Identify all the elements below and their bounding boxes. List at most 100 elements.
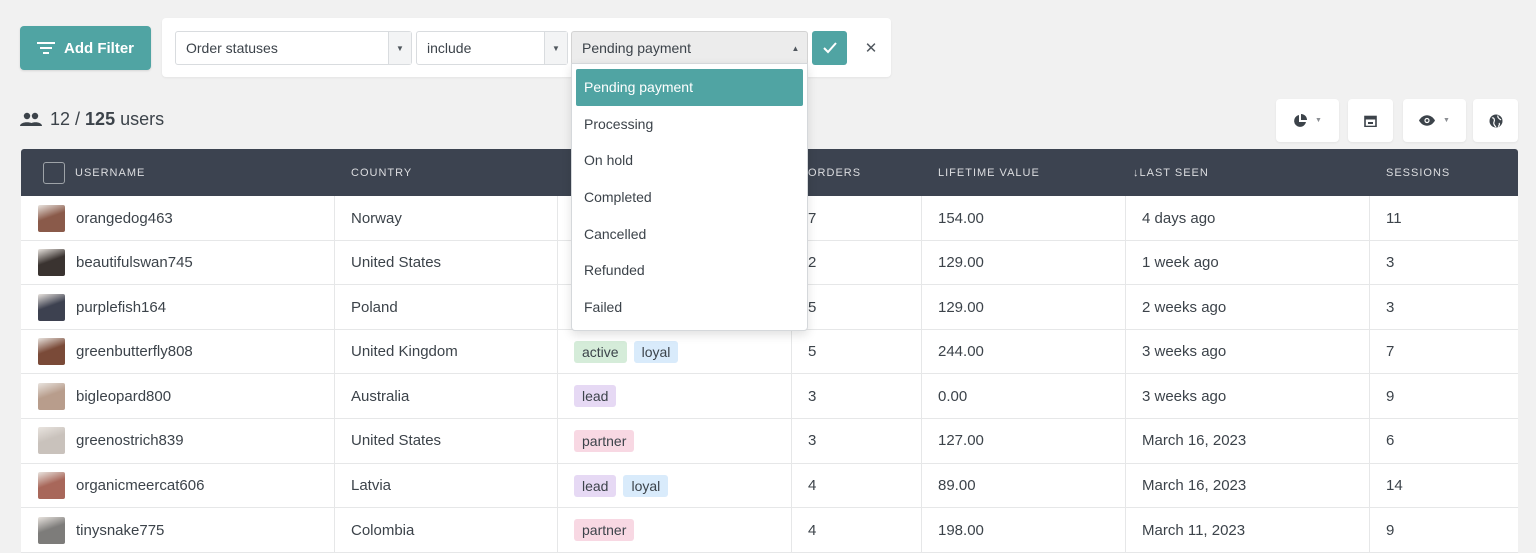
cell-tags: active loyal: [574, 330, 685, 374]
tag-badge[interactable]: loyal: [623, 474, 669, 497]
cell-username[interactable]: purplefish164: [38, 285, 166, 329]
select-all-checkbox[interactable]: [43, 162, 65, 184]
map-view-button[interactable]: [1473, 99, 1518, 142]
cell-orders: 7: [808, 209, 817, 227]
cell-username[interactable]: tinysnake775: [38, 508, 164, 552]
column-divider: [921, 374, 922, 418]
calendar-icon: [1364, 115, 1377, 127]
column-divider: [1369, 374, 1370, 418]
table-row[interactable]: organicmeercat606 Latvia lead loyal 4 89.00 Ma…: [21, 463, 1518, 509]
username-text: orangedog463: [76, 209, 173, 227]
filter-field-value: Order statuses: [186, 40, 278, 56]
column-divider: [1369, 240, 1370, 285]
cell-sessions: 9: [1386, 387, 1395, 405]
filter-field-select[interactable]: Order statuses ▼: [175, 31, 412, 65]
cell-last-seen: March 16, 2023: [1142, 432, 1247, 450]
cell-tags: partner: [574, 508, 641, 552]
avatar: [38, 382, 65, 410]
column-header-sessions[interactable]: SESSIONS: [1386, 149, 1450, 196]
cell-orders: 3: [808, 432, 817, 450]
column-divider: [334, 418, 335, 463]
column-divider: [1125, 508, 1126, 552]
column-header-country[interactable]: COUNTRY: [351, 149, 412, 196]
column-divider: [557, 196, 558, 240]
cell-sessions: 14: [1386, 477, 1403, 495]
pie-chart-icon: [1294, 113, 1308, 127]
avatar: [38, 204, 65, 232]
cell-username[interactable]: greenostrich839: [38, 419, 184, 463]
dropdown-option[interactable]: Pending payment: [576, 69, 803, 106]
table-row[interactable]: bigleopard800 Australia lead 3 0.00 3 weeks a…: [21, 374, 1518, 419]
column-divider: [334, 463, 335, 508]
column-header-username[interactable]: USERNAME: [75, 149, 145, 196]
cell-username[interactable]: greenbutterfly808: [38, 330, 193, 374]
cell-country: Colombia: [351, 521, 415, 539]
column-header-last-seen[interactable]: ↓ LAST SEEN: [1133, 149, 1209, 196]
cell-sessions: 3: [1386, 298, 1395, 316]
cell-username[interactable]: orangedog463: [38, 196, 173, 240]
table-row[interactable]: greenostrich839 United States partner 3 127.…: [21, 418, 1518, 464]
cell-username[interactable]: beautifulswan745: [38, 241, 193, 285]
column-divider: [921, 463, 922, 508]
tag-badge[interactable]: partner: [574, 429, 635, 452]
column-divider: [921, 418, 922, 463]
dropdown-option[interactable]: Cancelled: [576, 215, 803, 252]
add-filter-label: Add Filter: [64, 39, 134, 57]
filter-list-icon: [37, 41, 55, 55]
tag-badge[interactable]: partner: [574, 519, 635, 542]
dropdown-option[interactable]: On hold: [576, 142, 803, 179]
tag-badge[interactable]: lead: [574, 474, 617, 497]
cell-sessions: 11: [1386, 209, 1402, 227]
cell-lifetime-value: 154.00: [938, 209, 984, 227]
filter-value-select[interactable]: Pending payment ▲: [571, 31, 808, 65]
column-divider: [1369, 418, 1370, 463]
columns-visibility-button[interactable]: ▼: [1403, 99, 1466, 142]
column-divider: [1369, 463, 1370, 508]
tag-badge[interactable]: loyal: [633, 340, 679, 363]
column-header-lifetime-value[interactable]: LIFETIME VALUE: [938, 149, 1040, 196]
cell-country: Poland: [351, 298, 398, 316]
column-header-orders[interactable]: ORDERS: [808, 149, 861, 196]
cell-username[interactable]: bigleopard800: [38, 374, 171, 418]
dropdown-option[interactable]: Processing: [576, 106, 803, 143]
column-divider: [791, 463, 792, 508]
filter-operator-select[interactable]: include ▼: [416, 31, 568, 65]
column-divider: [1125, 240, 1126, 285]
apply-filter-button[interactable]: [812, 31, 847, 65]
cell-country: Latvia: [351, 477, 392, 495]
cell-last-seen: 1 week ago: [1142, 254, 1219, 272]
column-divider: [791, 329, 792, 374]
tag-badge[interactable]: active: [574, 340, 627, 363]
cell-lifetime-value: 129.00: [938, 254, 984, 272]
user-count: 12 / 125 users: [20, 107, 164, 131]
cell-country: Australia: [351, 387, 410, 405]
column-divider: [334, 374, 335, 418]
chart-button[interactable]: ▼: [1276, 99, 1339, 142]
column-divider: [334, 285, 335, 329]
cell-orders: 4: [808, 521, 817, 539]
column-divider: [1125, 463, 1126, 508]
cell-sessions: 7: [1386, 343, 1395, 361]
cell-last-seen: 4 days ago: [1142, 209, 1216, 227]
cell-lifetime-value: 129.00: [938, 298, 984, 316]
avatar: [38, 249, 65, 277]
dropdown-option[interactable]: Failed: [576, 289, 803, 326]
table-row[interactable]: tinysnake775 Colombia partner 4 198.00 March …: [21, 508, 1518, 553]
dropdown-option[interactable]: Completed: [576, 179, 803, 216]
column-divider: [334, 240, 335, 285]
tag-badge[interactable]: lead: [574, 385, 617, 408]
cell-username[interactable]: organicmeercat606: [38, 464, 204, 508]
table-row[interactable]: greenbutterfly808 United Kingdom active loy…: [21, 329, 1518, 375]
cell-sessions: 6: [1386, 432, 1395, 450]
date-range-button[interactable]: [1348, 99, 1393, 142]
column-divider: [921, 240, 922, 285]
remove-filter-button[interactable]: ✕: [860, 31, 882, 65]
avatar: [38, 472, 65, 500]
column-divider: [921, 285, 922, 329]
column-divider: [791, 508, 792, 552]
column-divider: [1369, 196, 1370, 240]
add-filter-button[interactable]: Add Filter: [20, 26, 151, 70]
dropdown-option[interactable]: Refunded: [576, 252, 803, 289]
username-text: beautifulswan745: [76, 254, 193, 272]
column-divider: [921, 508, 922, 552]
